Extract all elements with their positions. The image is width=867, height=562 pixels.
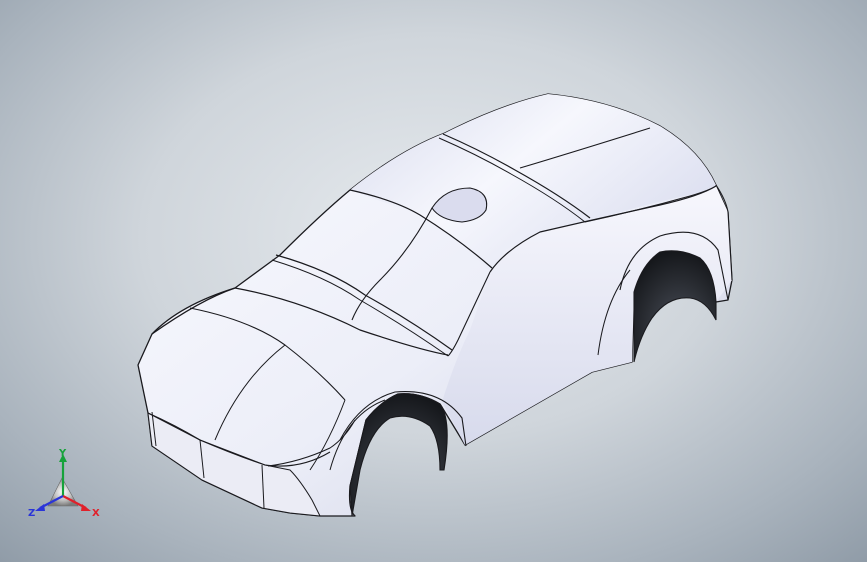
z-axis-label: Z: [28, 508, 35, 519]
x-axis-arrow: [81, 504, 91, 511]
car-body-model[interactable]: [0, 0, 867, 562]
rear-wheel-well: [633, 250, 717, 363]
coordinate-triad[interactable]: Y X Z: [26, 448, 106, 522]
x-axis-label: X: [92, 508, 100, 519]
triad-graphic: Y X Z: [28, 448, 100, 519]
graphics-viewport[interactable]: Y X Z: [0, 0, 867, 562]
y-axis-label: Y: [58, 448, 67, 459]
z-axis-arrow: [35, 504, 45, 511]
